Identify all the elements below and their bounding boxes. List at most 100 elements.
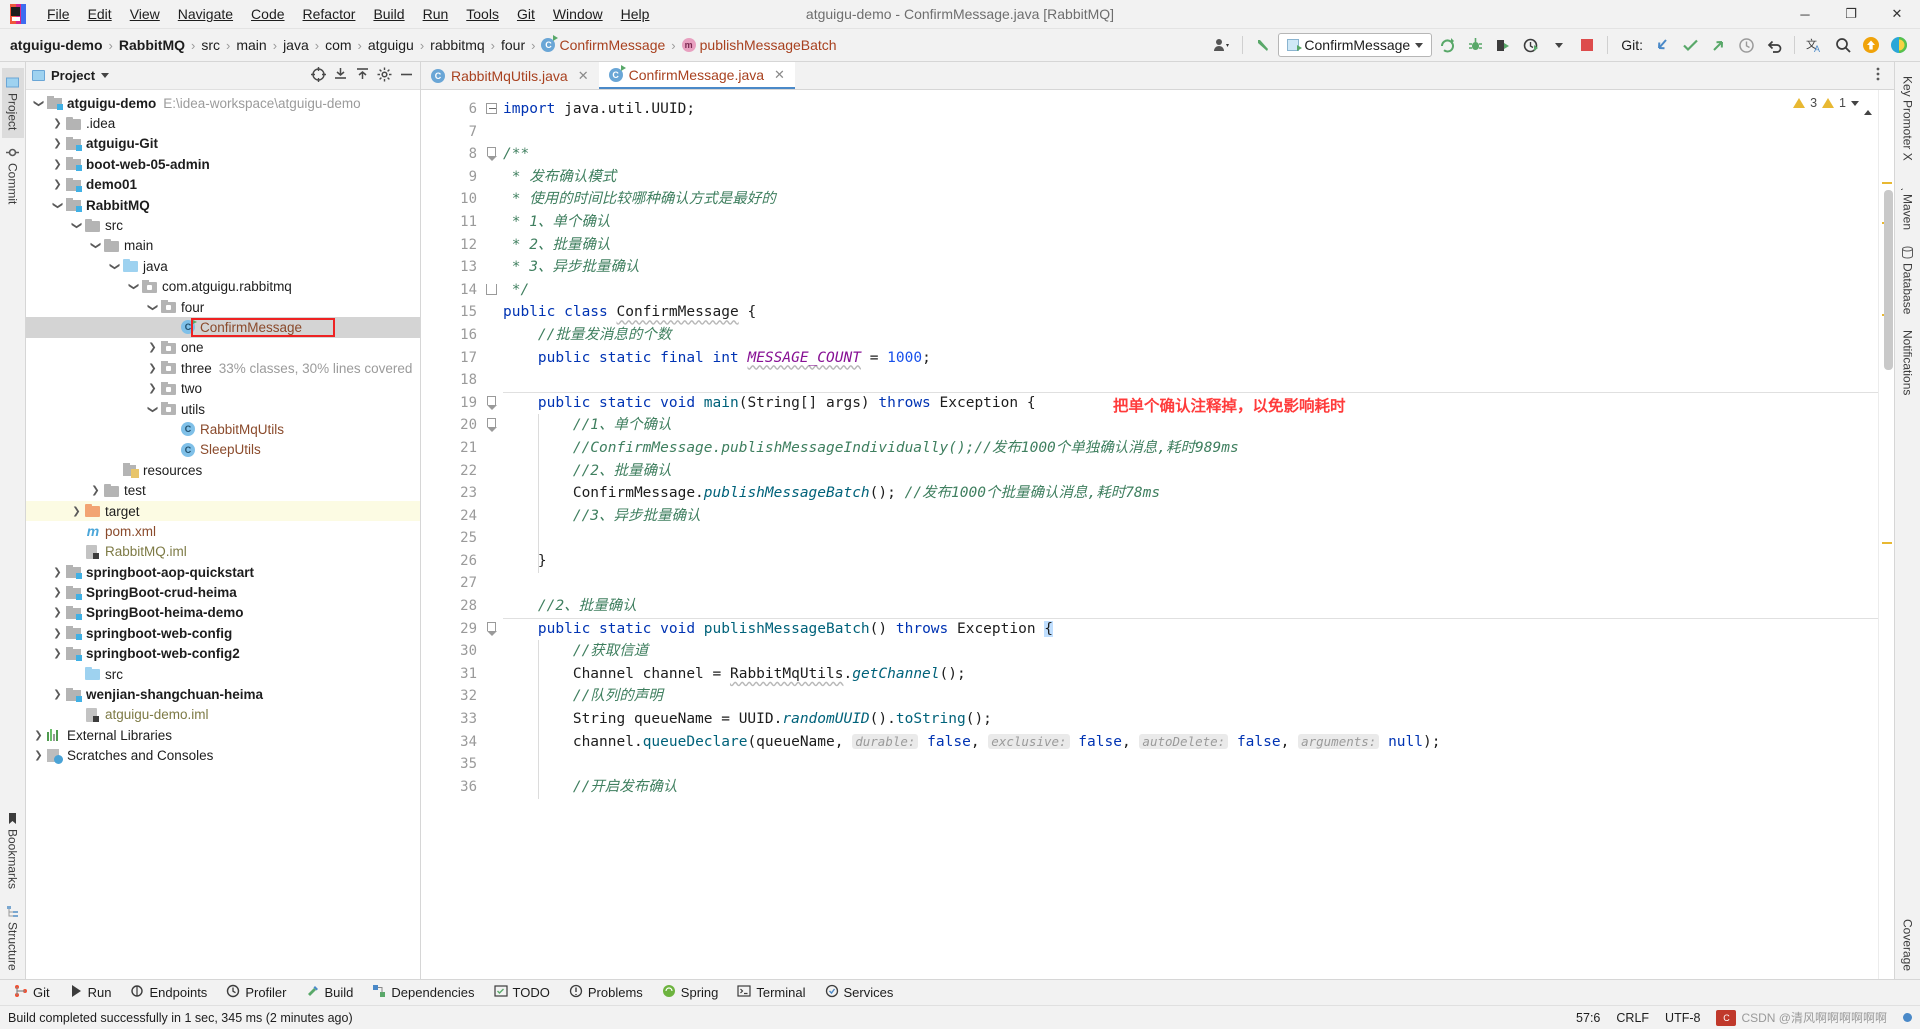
tree-node-springboot-crud-heima[interactable]: ❯ SpringBoot-crud-heima (26, 582, 420, 602)
tree-node-resources[interactable]: resources (26, 460, 420, 480)
tree-node-pom-xml[interactable]: m pom.xml (26, 521, 420, 541)
code-line[interactable]: */ (503, 279, 1878, 302)
tree-node-scratches-and-consoles[interactable]: ❯ Scratches and Consoles (26, 746, 420, 766)
profiler-icon[interactable] (1518, 32, 1544, 58)
sidebar-item-maven[interactable]: m Maven (1894, 169, 1919, 238)
chevron-down-icon[interactable]: ❯ (127, 280, 140, 293)
tree-node-main[interactable]: ❯ main (26, 236, 420, 256)
menu-help[interactable]: Help (612, 3, 659, 25)
fold-marker-slot[interactable] (483, 640, 503, 663)
tree-node-four[interactable]: ❯ four (26, 297, 420, 317)
menu-refactor[interactable]: Refactor (294, 3, 365, 25)
tree-node-confirmmessage[interactable]: C ConfirmMessage (26, 317, 420, 338)
tool-window-button-profiler[interactable]: Profiler (218, 982, 294, 1003)
tree-node-src[interactable]: src (26, 664, 420, 684)
code-line[interactable]: public static void publishMessageBatch()… (503, 618, 1878, 641)
tree-node-sleeputils[interactable]: C SleepUtils (26, 440, 420, 460)
fold-marker-slot[interactable] (483, 618, 503, 641)
chevron-down-icon[interactable]: ❯ (89, 239, 102, 252)
code-line[interactable]: //批量发消息的个数 (503, 324, 1878, 347)
tree-node-demo01[interactable]: ❯ demo01 (26, 175, 420, 195)
chevron-up-icon[interactable] (1864, 96, 1872, 115)
menu-build[interactable]: Build (364, 3, 413, 25)
tool-window-button-build[interactable]: Build (298, 982, 362, 1003)
target-icon[interactable] (311, 66, 326, 85)
tree-node-springboot-web-config2[interactable]: ❯ springboot-web-config2 (26, 644, 420, 664)
tree-node-boot-web-05-admin[interactable]: ❯ boot-web-05-admin (26, 154, 420, 174)
expand-all-icon[interactable] (333, 67, 348, 85)
tab-confirmmessage[interactable]: C ConfirmMessage.java ✕ (598, 62, 795, 89)
breadcrumb-atguigu[interactable]: atguigu (364, 36, 418, 54)
code-line[interactable]: //2、批量确认 (503, 460, 1878, 483)
breadcrumb-src[interactable]: src (197, 36, 224, 54)
upload-icon[interactable] (1858, 32, 1884, 58)
chevron-down-icon[interactable]: ❯ (146, 301, 159, 314)
fold-marker-slot[interactable] (483, 98, 503, 121)
code-line[interactable]: //队列的声明 (503, 685, 1878, 708)
tool-window-button-services[interactable]: Services (817, 982, 902, 1003)
chevron-down-icon[interactable]: ❯ (32, 97, 45, 110)
menu-view[interactable]: View (121, 3, 169, 25)
fold-marker-slot[interactable] (483, 663, 503, 686)
breadcrumb-main[interactable]: main (232, 36, 270, 54)
breadcrumb-rabbitmq[interactable]: RabbitMQ (115, 36, 189, 54)
code-line[interactable]: ConfirmMessage.publishMessageBatch(); //… (503, 482, 1878, 505)
rerun-icon[interactable] (1434, 32, 1460, 58)
chevron-right-icon[interactable]: ❯ (89, 484, 102, 497)
tool-window-button-terminal[interactable]: Terminal (729, 982, 813, 1003)
git-commit-icon[interactable] (1677, 32, 1703, 58)
tool-window-button-spring[interactable]: Spring (654, 982, 727, 1003)
menu-edit[interactable]: Edit (79, 3, 121, 25)
tree-node-atguigu-demo[interactable]: ❯ atguigu-demo E:\idea-workspace\atguigu-d… (26, 93, 420, 113)
chevron-right-icon[interactable]: ❯ (51, 586, 64, 599)
menu-navigate[interactable]: Navigate (169, 3, 242, 25)
back-arrow-icon[interactable] (1250, 32, 1276, 58)
tree-node-two[interactable]: ❯ two (26, 378, 420, 398)
fold-marker-slot[interactable] (483, 482, 503, 505)
chevron-right-icon[interactable]: ❯ (51, 117, 64, 130)
gear-icon[interactable] (377, 67, 392, 85)
fold-marker-slot[interactable] (483, 234, 503, 257)
stop-icon[interactable] (1574, 32, 1600, 58)
code-line[interactable]: String queueName = UUID.randomUUID().toS… (503, 708, 1878, 731)
code-line[interactable]: //获取信道 (503, 640, 1878, 663)
chevron-right-icon[interactable]: ❯ (51, 688, 64, 701)
fold-marker-slot[interactable] (483, 414, 503, 437)
tree-node-one[interactable]: ❯ one (26, 338, 420, 358)
tool-window-button-dependencies[interactable]: Dependencies (364, 982, 482, 1003)
git-push-icon[interactable] (1705, 32, 1731, 58)
ide-eye-icon[interactable] (1886, 32, 1912, 58)
fold-marker-slot[interactable] (483, 550, 503, 573)
breadcrumb-publishmessagebatch[interactable]: m publishMessageBatch (678, 36, 841, 54)
breadcrumb-atguigu-demo[interactable]: atguigu-demo (6, 36, 107, 54)
menu-run[interactable]: Run (414, 3, 458, 25)
code-line[interactable]: * 1、单个确认 (503, 211, 1878, 234)
tree-node-idea[interactable]: ❯ .idea (26, 113, 420, 133)
fold-marker-slot[interactable] (483, 460, 503, 483)
breadcrumb-java[interactable]: java (279, 36, 313, 54)
menu-code[interactable]: Code (242, 3, 293, 25)
sidebar-item-bookmarks[interactable]: Bookmarks (2, 804, 24, 897)
tool-window-button-problems[interactable]: Problems (561, 982, 651, 1003)
tree-node-springboot-aop-quickstart[interactable]: ❯ springboot-aop-quickstart (26, 562, 420, 582)
git-rollback-icon[interactable] (1761, 32, 1787, 58)
code-line[interactable] (503, 369, 1878, 392)
fold-marker-slot[interactable] (483, 188, 503, 211)
inspection-widget[interactable]: 3 1 (1793, 96, 1872, 115)
code-line[interactable]: * 2、批量确认 (503, 234, 1878, 257)
search-everywhere-icon[interactable] (1830, 32, 1856, 58)
error-stripe-scrollbar[interactable] (1878, 90, 1894, 979)
tool-window-button-run[interactable]: Run (61, 982, 120, 1003)
close-button[interactable]: ✕ (1874, 0, 1920, 29)
chevron-right-icon[interactable]: ❯ (70, 505, 83, 518)
menu-window[interactable]: Window (544, 3, 612, 25)
fold-region-icon[interactable] (487, 395, 497, 410)
code-line[interactable]: public class ConfirmMessage { (503, 301, 1878, 324)
more-options-icon[interactable] (1870, 66, 1886, 85)
breadcrumb-rabbitmq-pkg[interactable]: rabbitmq (426, 36, 488, 54)
fold-marker-slot[interactable] (483, 301, 503, 324)
fold-marker-slot[interactable] (483, 731, 503, 754)
fold-marker-slot[interactable] (483, 527, 503, 550)
fold-marker-slot[interactable] (483, 166, 503, 189)
fold-marker-slot[interactable] (483, 572, 503, 595)
